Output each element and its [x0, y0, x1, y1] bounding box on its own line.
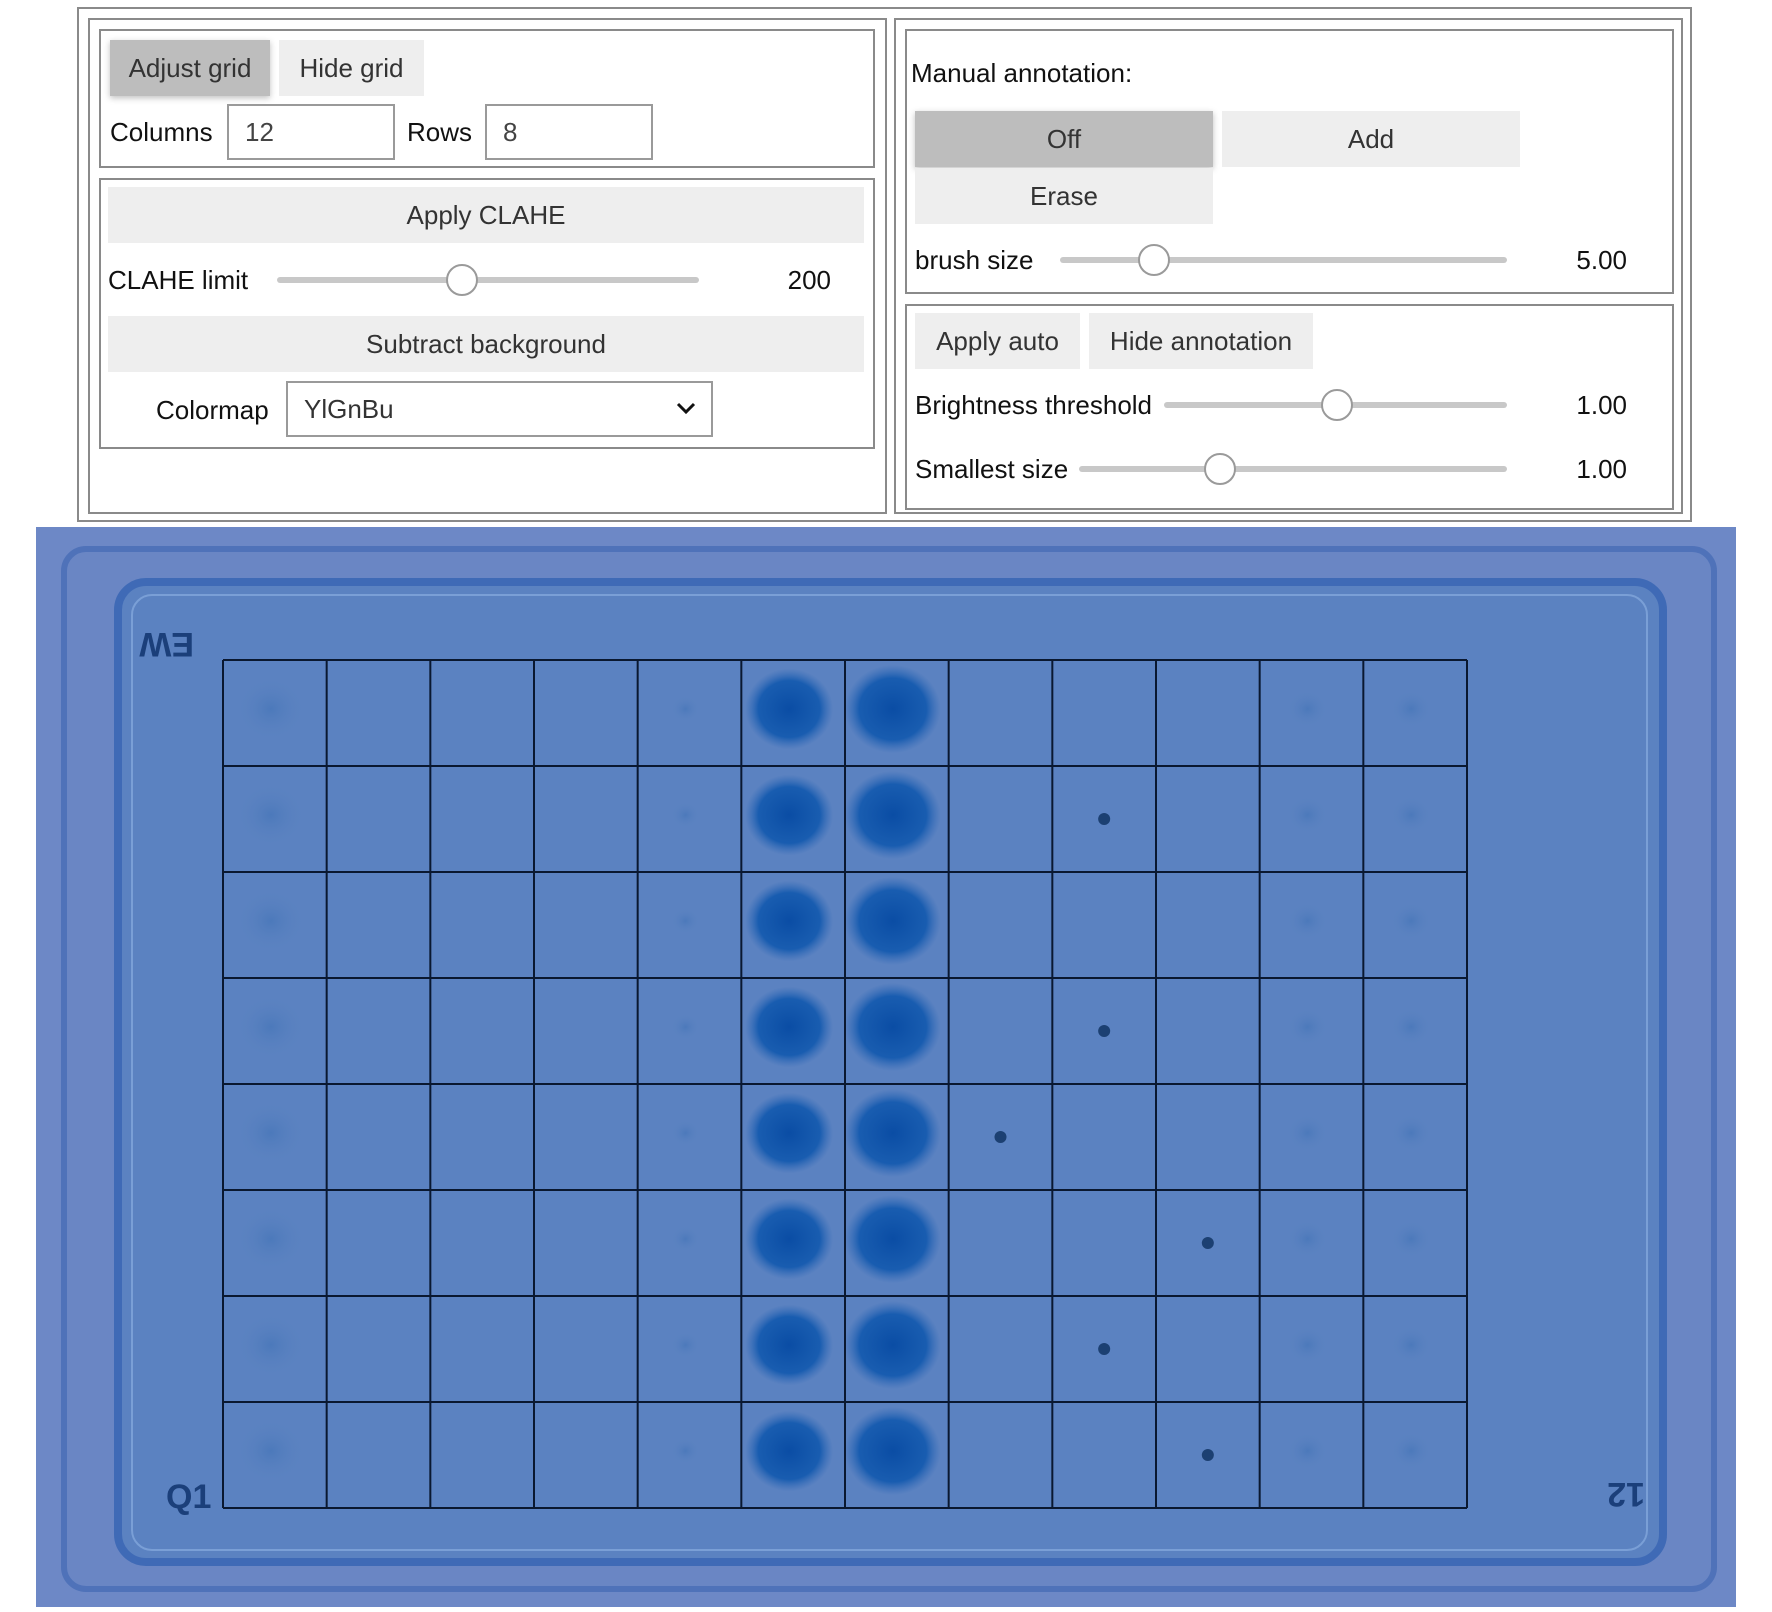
brush-size-slider-handle[interactable]: [1138, 244, 1170, 276]
colony-spot: [844, 1088, 941, 1178]
colony-spot: [844, 1406, 941, 1496]
plate-label-top-left: EW: [138, 625, 194, 663]
auto-annotation-box: Apply auto Hide annotation Brightness th…: [905, 304, 1674, 510]
colony-spot: [1391, 796, 1432, 834]
colony-spot: [745, 1198, 834, 1280]
smallest-size-slider-handle[interactable]: [1204, 453, 1236, 485]
colony-spot: [844, 1194, 941, 1284]
control-panel: Adjust grid Hide grid Columns 12 Rows 8 …: [77, 7, 1692, 522]
plate-image-view[interactable]: EW Q1 12: [36, 527, 1736, 1607]
columns-input[interactable]: 12: [227, 104, 395, 160]
smallest-size-value: 1.00: [1576, 454, 1627, 484]
colony-spot: [745, 774, 834, 856]
plate-label-bottom-right: 12: [1607, 1475, 1645, 1513]
manual-annotation-box: Manual annotation: Off Add Erase brush s…: [905, 29, 1674, 294]
colony-spot: [1287, 1008, 1328, 1046]
brush-size-label: brush size: [915, 245, 1034, 275]
hide-grid-button[interactable]: Hide grid: [279, 40, 424, 96]
colormap-label: Colormap: [156, 395, 269, 425]
colony-spot: [236, 889, 305, 953]
right-controls: Manual annotation: Off Add Erase brush s…: [894, 18, 1683, 514]
colony-spot: [1391, 1114, 1432, 1152]
colony-spot: [1287, 1114, 1328, 1152]
colony-spot: [671, 908, 700, 934]
colony-spot: [1287, 690, 1328, 728]
grid-settings-box: Adjust grid Hide grid Columns 12 Rows 8: [99, 29, 875, 168]
colony-spot: [1287, 1220, 1328, 1258]
apply-auto-button[interactable]: Apply auto: [915, 313, 1080, 369]
colony-spot: [1287, 1432, 1328, 1470]
plate-label-bottom-left: Q1: [166, 1478, 211, 1516]
columns-label: Columns: [110, 117, 213, 147]
colony-dot: [1201, 1237, 1214, 1249]
brightness-threshold-slider-handle[interactable]: [1321, 389, 1353, 421]
brush-size-value: 5.00: [1576, 245, 1627, 275]
colony-spot: [745, 1410, 834, 1492]
rows-label: Rows: [407, 117, 473, 147]
hide-annotation-button[interactable]: Hide annotation: [1089, 313, 1313, 369]
colony-spot: [671, 1226, 700, 1252]
colony-dot: [1201, 1449, 1214, 1461]
colormap-select[interactable]: YlGnBu: [286, 381, 713, 437]
colony-spot: [745, 1304, 834, 1386]
colony-spot: [236, 677, 305, 741]
brush-size-slider-track[interactable]: [1060, 257, 1507, 263]
colony-spot: [236, 995, 305, 1059]
colony-spot: [1287, 796, 1328, 834]
clahe-limit-value: 200: [787, 265, 831, 295]
colony-dot: [1098, 1025, 1111, 1037]
rows-input[interactable]: 8: [485, 104, 653, 160]
left-controls: Adjust grid Hide grid Columns 12 Rows 8 …: [88, 18, 887, 514]
clahe-limit-slider-track[interactable]: [277, 277, 699, 283]
colony-spot: [236, 1207, 305, 1271]
colony-spot: [844, 664, 941, 754]
colony-dot: [1098, 813, 1111, 825]
colony-spot: [671, 1120, 700, 1146]
smallest-size-slider-track[interactable]: [1079, 466, 1507, 472]
colony-spot: [1391, 1432, 1432, 1470]
colony-spot: [1391, 1326, 1432, 1364]
colony-spot: [844, 982, 941, 1072]
clahe-limit-slider-handle[interactable]: [446, 264, 478, 296]
colony-spot: [671, 1014, 700, 1040]
apply-clahe-button[interactable]: Apply CLAHE: [108, 187, 864, 243]
plate-image[interactable]: EW Q1 12: [36, 527, 1736, 1607]
colony-spot: [236, 1101, 305, 1165]
colony-spot: [671, 802, 700, 828]
manual-annotation-title: Manual annotation:: [911, 58, 1133, 88]
colony-spot: [745, 1092, 834, 1174]
colony-spot: [236, 1419, 305, 1483]
colony-spot: [844, 1300, 941, 1390]
colony-dot: [1098, 1343, 1111, 1355]
annotation-mode-off-button[interactable]: Off: [915, 111, 1213, 167]
clahe-limit-label: CLAHE limit: [108, 265, 249, 295]
colony-spot: [671, 696, 700, 722]
colony-spot: [1391, 1008, 1432, 1046]
smallest-size-label: Smallest size: [915, 454, 1069, 484]
colony-spot: [236, 1313, 305, 1377]
colony-spot: [844, 876, 941, 966]
annotation-mode-add-button[interactable]: Add: [1222, 111, 1520, 167]
colony-spot: [1391, 902, 1432, 940]
colony-spot: [1391, 690, 1432, 728]
colony-spot: [236, 783, 305, 847]
colony-spot: [745, 880, 834, 962]
colony-spot: [844, 770, 941, 860]
colormap-selected-value: YlGnBu: [304, 393, 394, 424]
brightness-threshold-value: 1.00: [1576, 390, 1627, 420]
subtract-background-button[interactable]: Subtract background: [108, 316, 864, 372]
colony-spot: [745, 668, 834, 750]
clahe-settings-box: Apply CLAHE CLAHE limit 200 Subtract bac…: [99, 178, 875, 449]
colony-spot: [1287, 902, 1328, 940]
colony-spot: [671, 1438, 700, 1464]
colony-spot: [1287, 1326, 1328, 1364]
colony-spot: [745, 986, 834, 1068]
colony-spot: [671, 1332, 700, 1358]
colony-dot: [994, 1131, 1007, 1143]
adjust-grid-button[interactable]: Adjust grid: [110, 40, 270, 96]
colony-spot: [1391, 1220, 1432, 1258]
chevron-down-icon: [676, 402, 696, 415]
annotation-mode-erase-button[interactable]: Erase: [915, 168, 1213, 224]
brightness-threshold-label: Brightness threshold: [915, 390, 1153, 420]
